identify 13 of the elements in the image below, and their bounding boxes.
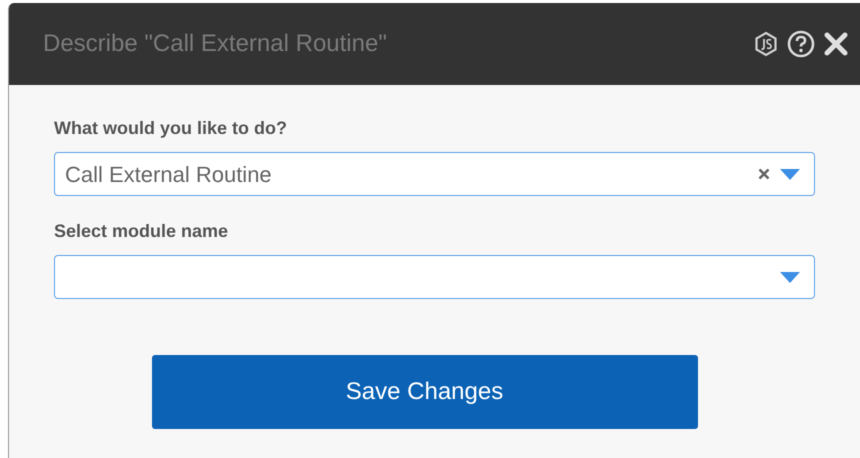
save-button[interactable]: Save Changes (152, 355, 698, 429)
dropdown-arrow-icon[interactable] (780, 272, 800, 282)
close-icon[interactable] (824, 32, 848, 56)
select-field[interactable]: Call External Routine (54, 152, 815, 196)
clear-icon[interactable] (758, 168, 770, 180)
dialog-title: Describe "Call External Routine" (43, 29, 387, 59)
nodejs-icon[interactable] (754, 31, 778, 57)
help-icon[interactable] (787, 30, 815, 58)
select-field[interactable] (54, 255, 815, 299)
field-label: What would you like to do? (54, 117, 288, 140)
dropdown-arrow-icon[interactable] (780, 168, 800, 180)
field-label: Select module name (54, 220, 230, 243)
select-value: Call External Routine (65, 160, 272, 188)
